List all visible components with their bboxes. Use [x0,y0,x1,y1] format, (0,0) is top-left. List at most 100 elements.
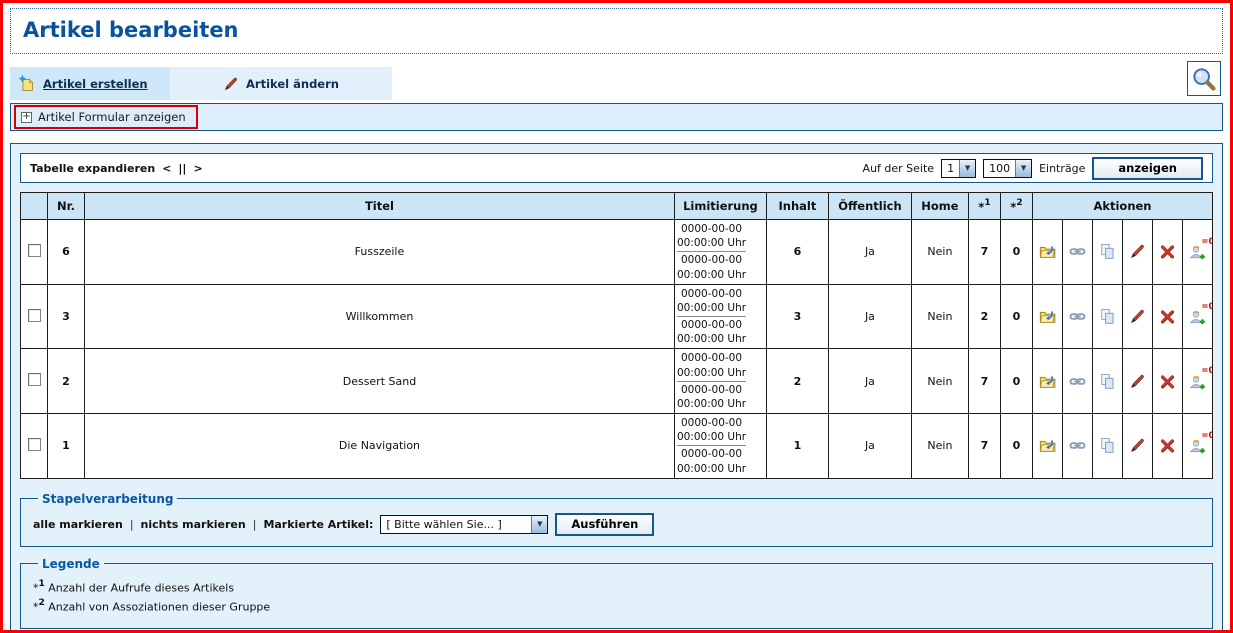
select-none-link[interactable]: nichts markieren [141,518,246,531]
row-inhalt: 2 [766,349,828,414]
table-pager-right: Auf der Seite 1 ▼ 100 ▼ Einträge anzeige… [863,157,1203,180]
header-limitierung: Limitierung [674,193,766,220]
batch-action-select[interactable]: [ Bitte wählen Sie... ] ▼ [380,515,548,534]
action-associations-button[interactable]: =0 [1185,240,1209,264]
action-associations-button[interactable]: =0 [1185,369,1209,393]
copy-icon [1099,243,1116,260]
row-star2: 0 [1000,349,1032,414]
row-oeffentlich: Ja [828,349,911,414]
action-copy-button[interactable] [1095,369,1119,393]
action-open-button[interactable] [1035,305,1059,329]
pager-prev[interactable]: < [162,162,171,175]
tab-artikel-erstellen[interactable]: Artikel erstellen [10,67,170,100]
delete-x-icon [1159,437,1176,454]
tab-bar: Artikel erstellen Artikel ändern [10,67,1223,100]
row-checkbox[interactable] [28,309,41,322]
table-row: 6 Fusszeile 0000-00-0000:00:00 Uhr 0000-… [21,220,1213,285]
row-nr: 2 [48,349,85,414]
row-oeffentlich: Ja [828,284,911,349]
action-open-button[interactable] [1035,434,1059,458]
row-limitierung: 0000-00-0000:00:00 Uhr 0000-00-0000:00:0… [674,284,766,349]
row-oeffentlich: Ja [828,414,911,479]
page-select-value: 1 [942,160,959,177]
expand-plus-icon: + [21,112,32,123]
folder-open-icon [1039,243,1056,260]
per-page-select[interactable]: 100 ▼ [983,159,1032,178]
tab-label-erstellen[interactable]: Artikel erstellen [43,77,148,91]
action-copy-button[interactable] [1095,434,1119,458]
row-checkbox[interactable] [28,373,41,386]
chevron-down-icon: ▼ [959,160,975,177]
action-delete-button[interactable] [1155,305,1179,329]
legend-fieldset: Legende *1 Anzahl der Aufrufe dieses Art… [20,557,1213,629]
page-select[interactable]: 1 ▼ [941,159,976,178]
action-link-button[interactable] [1065,240,1089,264]
action-link-button[interactable] [1065,369,1089,393]
row-checkbox[interactable] [28,244,41,257]
header-home: Home [911,193,968,220]
action-edit-button[interactable] [1125,369,1149,393]
header-star1: *1 [968,193,1000,220]
tab-artikel-aendern[interactable]: Artikel ändern [170,67,392,100]
row-oeffentlich: Ja [828,220,911,285]
action-link-button[interactable] [1065,434,1089,458]
row-star1: 7 [968,220,1000,285]
delete-x-icon [1159,243,1176,260]
action-copy-button[interactable] [1095,305,1119,329]
row-star1: 7 [968,414,1000,479]
pager-pause[interactable]: || [178,162,186,175]
assoc-count-badge: =0 [1201,237,1212,247]
page-title: Artikel bearbeiten [23,18,1210,42]
action-delete-button[interactable] [1155,369,1179,393]
row-title: Willkommen [85,284,675,349]
expand-table-link[interactable]: Tabelle expandieren [30,162,155,175]
action-delete-button[interactable] [1155,434,1179,458]
chevron-down-icon: ▼ [1015,160,1031,177]
assoc-count-badge: =0 [1201,302,1212,312]
page-select-label: Auf der Seite [863,162,935,175]
table-row: 3 Willkommen 0000-00-0000:00:00 Uhr 0000… [21,284,1213,349]
edit-pencil-icon [1129,373,1146,390]
row-home: Nein [911,220,968,285]
form-toggle-link[interactable]: + Artikel Formular anzeigen [14,105,198,129]
edit-pencil-icon [1129,243,1146,260]
select-all-link[interactable]: alle markieren [33,518,123,531]
page-title-box: Artikel bearbeiten [10,8,1223,54]
execute-button[interactable]: Ausführen [555,513,654,536]
main-panel: Tabelle expandieren < || > Auf der Seite… [10,143,1223,633]
row-star2: 0 [1000,284,1032,349]
action-delete-button[interactable] [1155,240,1179,264]
legend-item-2: *2 Anzahl von Assoziationen dieser Grupp… [33,599,1200,614]
action-edit-button[interactable] [1125,240,1149,264]
row-limitierung: 0000-00-0000:00:00 Uhr 0000-00-0000:00:0… [674,349,766,414]
copy-icon [1099,373,1116,390]
edit-pencil-icon [223,76,239,92]
header-checkbox [21,193,48,220]
link-icon [1069,308,1086,325]
header-star2: *2 [1000,193,1032,220]
action-associations-button[interactable]: =0 [1185,305,1209,329]
row-inhalt: 1 [766,414,828,479]
show-button[interactable]: anzeigen [1092,157,1203,180]
action-edit-button[interactable] [1125,434,1149,458]
row-home: Nein [911,284,968,349]
row-nr: 3 [48,284,85,349]
action-open-button[interactable] [1035,240,1059,264]
delete-x-icon [1159,308,1176,325]
assoc-count-badge: =0 [1201,366,1212,376]
row-home: Nein [911,414,968,479]
form-toggle-label: Artikel Formular anzeigen [38,110,186,124]
folder-open-icon [1039,437,1056,454]
pager-next[interactable]: > [193,162,202,175]
action-copy-button[interactable] [1095,240,1119,264]
action-open-button[interactable] [1035,369,1059,393]
folder-open-icon [1039,308,1056,325]
magnifier-icon [1191,66,1217,92]
search-button[interactable] [1187,61,1221,96]
action-edit-button[interactable] [1125,305,1149,329]
row-checkbox[interactable] [28,438,41,451]
header-titel: Titel [85,193,675,220]
row-inhalt: 6 [766,220,828,285]
action-link-button[interactable] [1065,305,1089,329]
action-associations-button[interactable]: =0 [1185,434,1209,458]
